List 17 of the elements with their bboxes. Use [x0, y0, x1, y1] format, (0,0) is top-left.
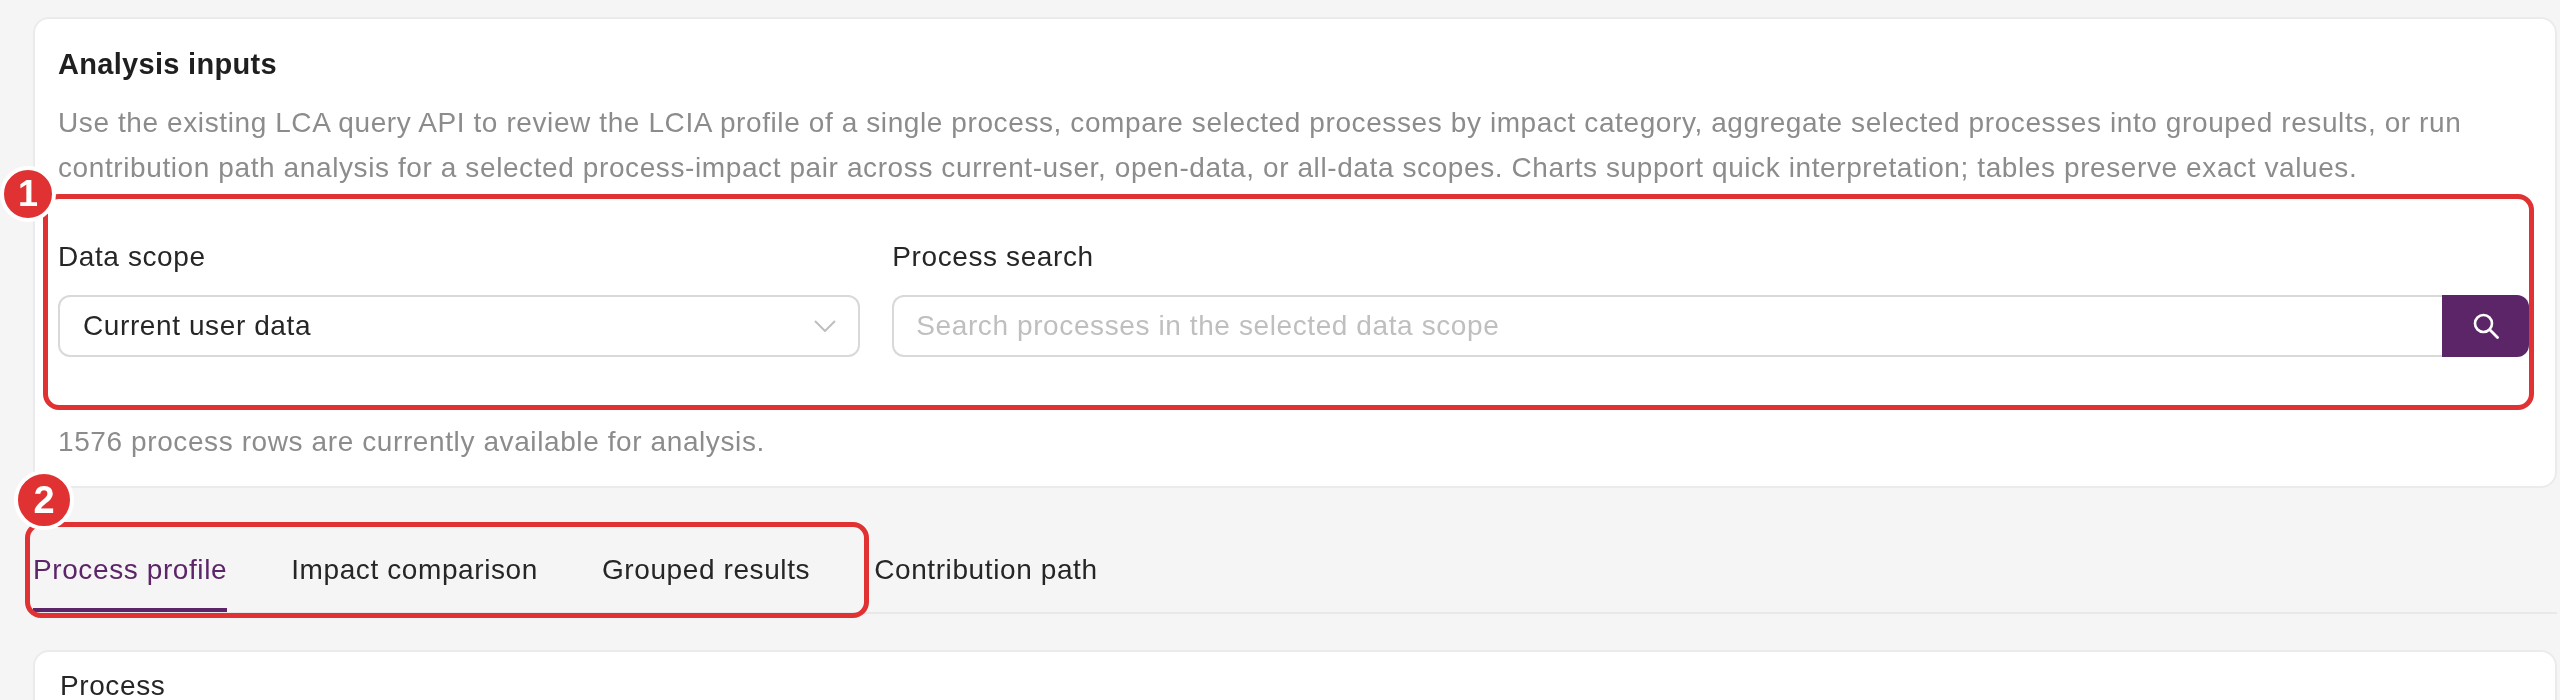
card-title: Analysis inputs [58, 49, 278, 79]
field-label: Data scope [58, 240, 207, 274]
field-label: Process [60, 670, 166, 700]
annotation-number: 1 [0, 166, 56, 222]
annotation-number: 2 [14, 470, 74, 530]
tab[interactable]: Process profile [33, 528, 228, 612]
search-icon [2472, 313, 2499, 339]
chevron-down-icon [814, 320, 837, 332]
tab[interactable]: Grouped results [601, 528, 811, 612]
tab[interactable]: Contribution path [874, 528, 1098, 612]
field-label: Process search [892, 240, 1095, 274]
tab[interactable]: Impact comparison [291, 528, 538, 612]
data-scope-select[interactable]: Current user data [58, 295, 861, 357]
note-text: 1576 process rows are currently available for analysis. [58, 425, 766, 459]
process-search-field[interactable]: Search processes in the selected data scope [892, 295, 2442, 357]
description-text: Use the existing LCA query API to review the LCIA profile of a single process, compare selected processes by impact category, aggregate selected processes into grouped results, or run contribution path analysis for a selected process-impact pair across current-user, open-data, or all-data scopes. Charts support quick interpretation; tables preserve exact values. [58, 106, 2463, 185]
search-button[interactable] [2442, 295, 2529, 357]
